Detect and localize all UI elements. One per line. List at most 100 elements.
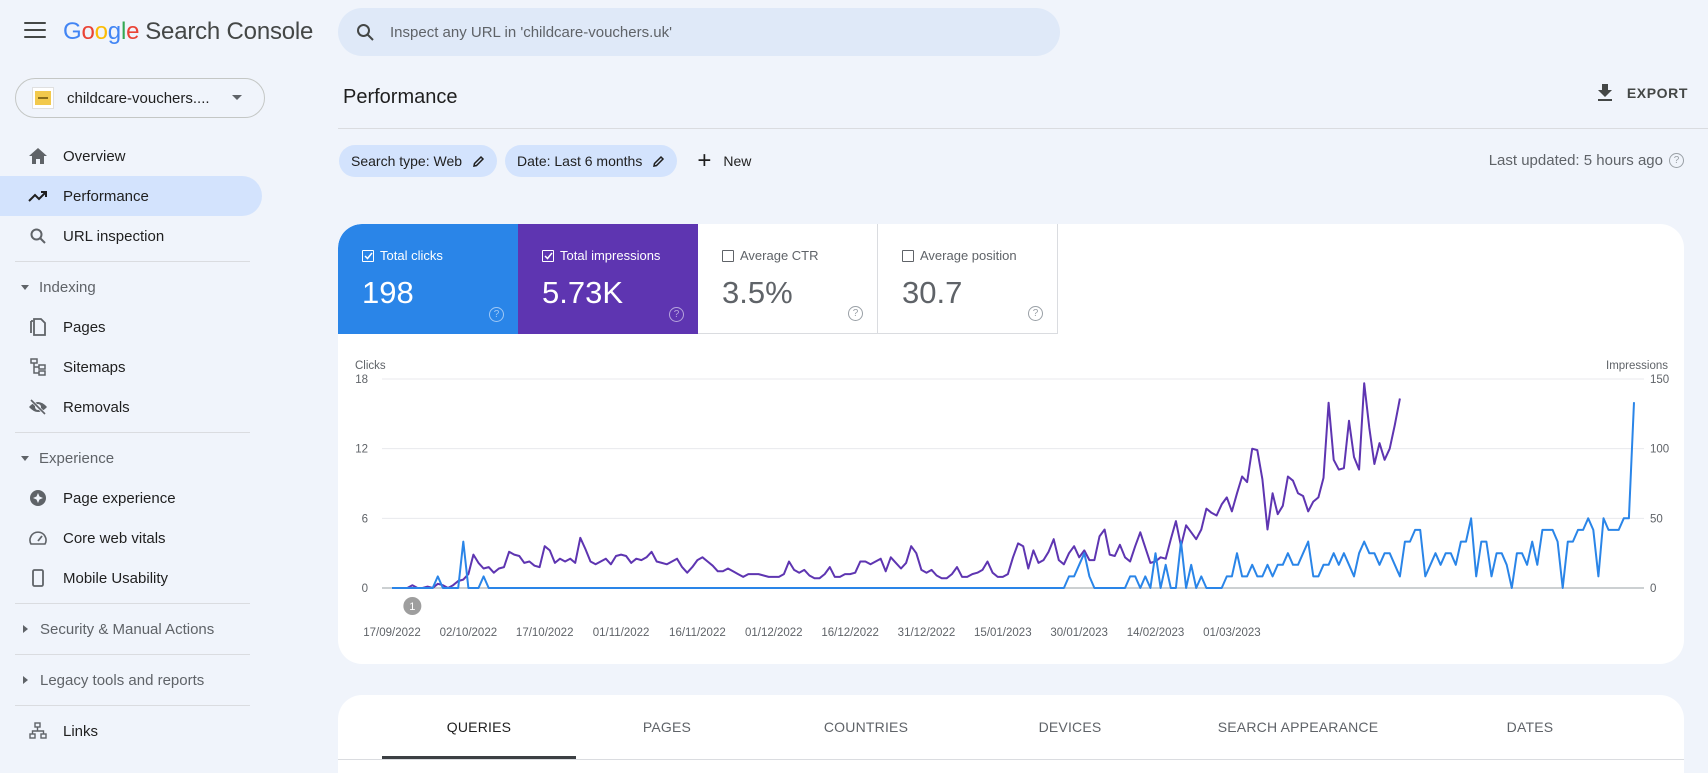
section-indexing[interactable]: Indexing bbox=[0, 267, 270, 307]
x-tick-label: 15/01/2023 bbox=[974, 627, 1032, 639]
sidebar-item-url-inspection[interactable]: URL inspection bbox=[0, 216, 270, 256]
performance-chart: Clicks Impressions 0 6 12 18 0 50 100 150 17/0… bbox=[355, 360, 1669, 639]
divider bbox=[15, 603, 250, 604]
sidebar-item-links[interactable]: Links bbox=[0, 711, 270, 751]
x-tick-label: 01/12/2022 bbox=[745, 627, 803, 639]
y-tick-left: 6 bbox=[362, 513, 368, 525]
sidebar-item-label: Sitemaps bbox=[63, 358, 126, 376]
help-icon[interactable]: ? bbox=[1669, 153, 1684, 168]
property-label: childcare-vouchers.... bbox=[67, 89, 210, 107]
sidebar-item-label: Pages bbox=[63, 318, 106, 336]
caret-down-icon bbox=[21, 284, 29, 290]
x-tick-label: 16/11/2022 bbox=[669, 627, 726, 639]
property-selector[interactable]: childcare-vouchers.... bbox=[15, 78, 265, 118]
smartphone-icon bbox=[28, 568, 48, 588]
sidebar-item-page-experience[interactable]: Page experience bbox=[0, 478, 270, 518]
product-name: Search Console bbox=[145, 18, 314, 45]
tab-search-appearance[interactable]: SEARCH APPEARANCE bbox=[1166, 695, 1430, 759]
section-label: Legacy tools and reports bbox=[40, 671, 205, 689]
divider bbox=[15, 705, 250, 706]
y-tick-right: 100 bbox=[1650, 444, 1669, 456]
x-tick-label: 16/12/2022 bbox=[821, 627, 879, 639]
filter-chip-label: Date: Last 6 months bbox=[517, 153, 643, 169]
tab-pages[interactable]: PAGES bbox=[576, 695, 758, 759]
property-favicon-icon bbox=[32, 87, 54, 109]
annotation-label: 1 bbox=[409, 601, 415, 613]
sidebar-item-label: URL inspection bbox=[63, 227, 165, 245]
tab-label: DEVICES bbox=[1038, 719, 1102, 735]
y-axis-right-label: Impressions bbox=[1606, 360, 1668, 372]
section-experience[interactable]: Experience bbox=[0, 438, 270, 478]
section-label: Security & Manual Actions bbox=[40, 620, 215, 638]
x-tick-label: 30/01/2023 bbox=[1050, 627, 1108, 639]
divider bbox=[15, 261, 250, 262]
search-icon bbox=[28, 226, 48, 246]
export-label: EXPORT bbox=[1626, 85, 1688, 101]
sidebar-item-label: Page experience bbox=[63, 489, 176, 507]
export-button[interactable]: EXPORT bbox=[1597, 84, 1688, 102]
sidebar-item-label: Performance bbox=[63, 187, 149, 205]
divider bbox=[15, 432, 250, 433]
sidebar-item-pages[interactable]: Pages bbox=[0, 307, 270, 347]
y-tick-right: 0 bbox=[1650, 583, 1656, 595]
tab-label: PAGES bbox=[642, 719, 692, 735]
section-label: Experience bbox=[39, 449, 115, 467]
caret-right-icon bbox=[23, 676, 28, 684]
pages-icon bbox=[28, 317, 48, 337]
tab-queries[interactable]: QUERIES bbox=[382, 695, 576, 759]
sidebar-item-label: Mobile Usability bbox=[63, 569, 169, 587]
page-title: Performance bbox=[343, 86, 458, 108]
sidebar-item-core-web-vitals[interactable]: Core web vitals bbox=[0, 518, 270, 558]
edit-pencil-icon bbox=[653, 155, 665, 167]
sidebar-item-removals[interactable]: Removals bbox=[0, 387, 270, 427]
x-tick-label: 02/10/2022 bbox=[440, 627, 498, 639]
sidebar-item-label: Links bbox=[63, 722, 99, 740]
speed-gauge-icon bbox=[28, 528, 48, 548]
y-tick-left: 18 bbox=[355, 374, 368, 386]
x-tick-label: 17/10/2022 bbox=[516, 627, 574, 639]
sidebar-item-label: Removals bbox=[63, 398, 130, 416]
plus-icon: + bbox=[697, 147, 712, 174]
x-tick-label: 01/03/2023 bbox=[1203, 627, 1261, 639]
tab-label: COUNTRIES bbox=[823, 719, 909, 735]
series-line-impressions[interactable] bbox=[392, 382, 1401, 589]
tab-label: DATES bbox=[1506, 719, 1554, 735]
performance-card: Total clicks 198 ? Total impressions 5.7… bbox=[338, 224, 1684, 664]
sitemap-icon bbox=[28, 357, 48, 377]
tab-devices[interactable]: DEVICES bbox=[974, 695, 1166, 759]
caret-right-icon bbox=[23, 625, 28, 633]
tab-dates[interactable]: DATES bbox=[1430, 695, 1630, 759]
links-icon bbox=[28, 721, 48, 741]
tab-label: QUERIES bbox=[446, 719, 512, 735]
section-legacy-tools[interactable]: Legacy tools and reports bbox=[0, 660, 270, 700]
new-filter-button[interactable]: + New bbox=[697, 149, 751, 173]
url-inspect-search[interactable] bbox=[338, 8, 1060, 56]
last-updated-text: Last updated: 5 hours ago bbox=[1488, 152, 1663, 169]
x-tick-label: 01/11/2022 bbox=[593, 627, 650, 639]
caret-down-icon bbox=[21, 455, 29, 461]
section-security-manual-actions[interactable]: Security & Manual Actions bbox=[0, 609, 270, 649]
divider bbox=[338, 128, 1708, 129]
sidebar-item-mobile-usability[interactable]: Mobile Usability bbox=[0, 558, 270, 598]
dimension-tabs: QUERIES PAGES COUNTRIES DEVICES SEARCH A… bbox=[382, 695, 1684, 759]
divider bbox=[338, 759, 1684, 760]
google-search-console-logo[interactable]: Google Search Console bbox=[63, 18, 313, 46]
divider bbox=[15, 654, 250, 655]
url-inspect-input[interactable] bbox=[390, 23, 990, 41]
sidebar-nav: Overview Performance URL inspection Inde… bbox=[0, 136, 270, 751]
sidebar-item-sitemaps[interactable]: Sitemaps bbox=[0, 347, 270, 387]
sidebar-item-label: Overview bbox=[63, 147, 126, 165]
filter-chip-date[interactable]: Date: Last 6 months bbox=[505, 145, 678, 177]
trending-up-icon bbox=[28, 186, 48, 206]
x-tick-label: 14/02/2023 bbox=[1127, 627, 1185, 639]
filter-bar: Search type: Web Date: Last 6 months + N… bbox=[339, 145, 751, 177]
filter-chip-search-type[interactable]: Search type: Web bbox=[339, 145, 498, 177]
sidebar-item-performance[interactable]: Performance bbox=[0, 176, 262, 216]
tab-countries[interactable]: COUNTRIES bbox=[758, 695, 974, 759]
filter-chip-label: Search type: Web bbox=[351, 153, 463, 169]
edit-pencil-icon bbox=[473, 155, 485, 167]
main-menu-icon[interactable] bbox=[24, 22, 46, 40]
sidebar-item-overview[interactable]: Overview bbox=[0, 136, 270, 176]
visibility-off-icon bbox=[28, 397, 48, 417]
new-filter-label: New bbox=[723, 153, 752, 169]
